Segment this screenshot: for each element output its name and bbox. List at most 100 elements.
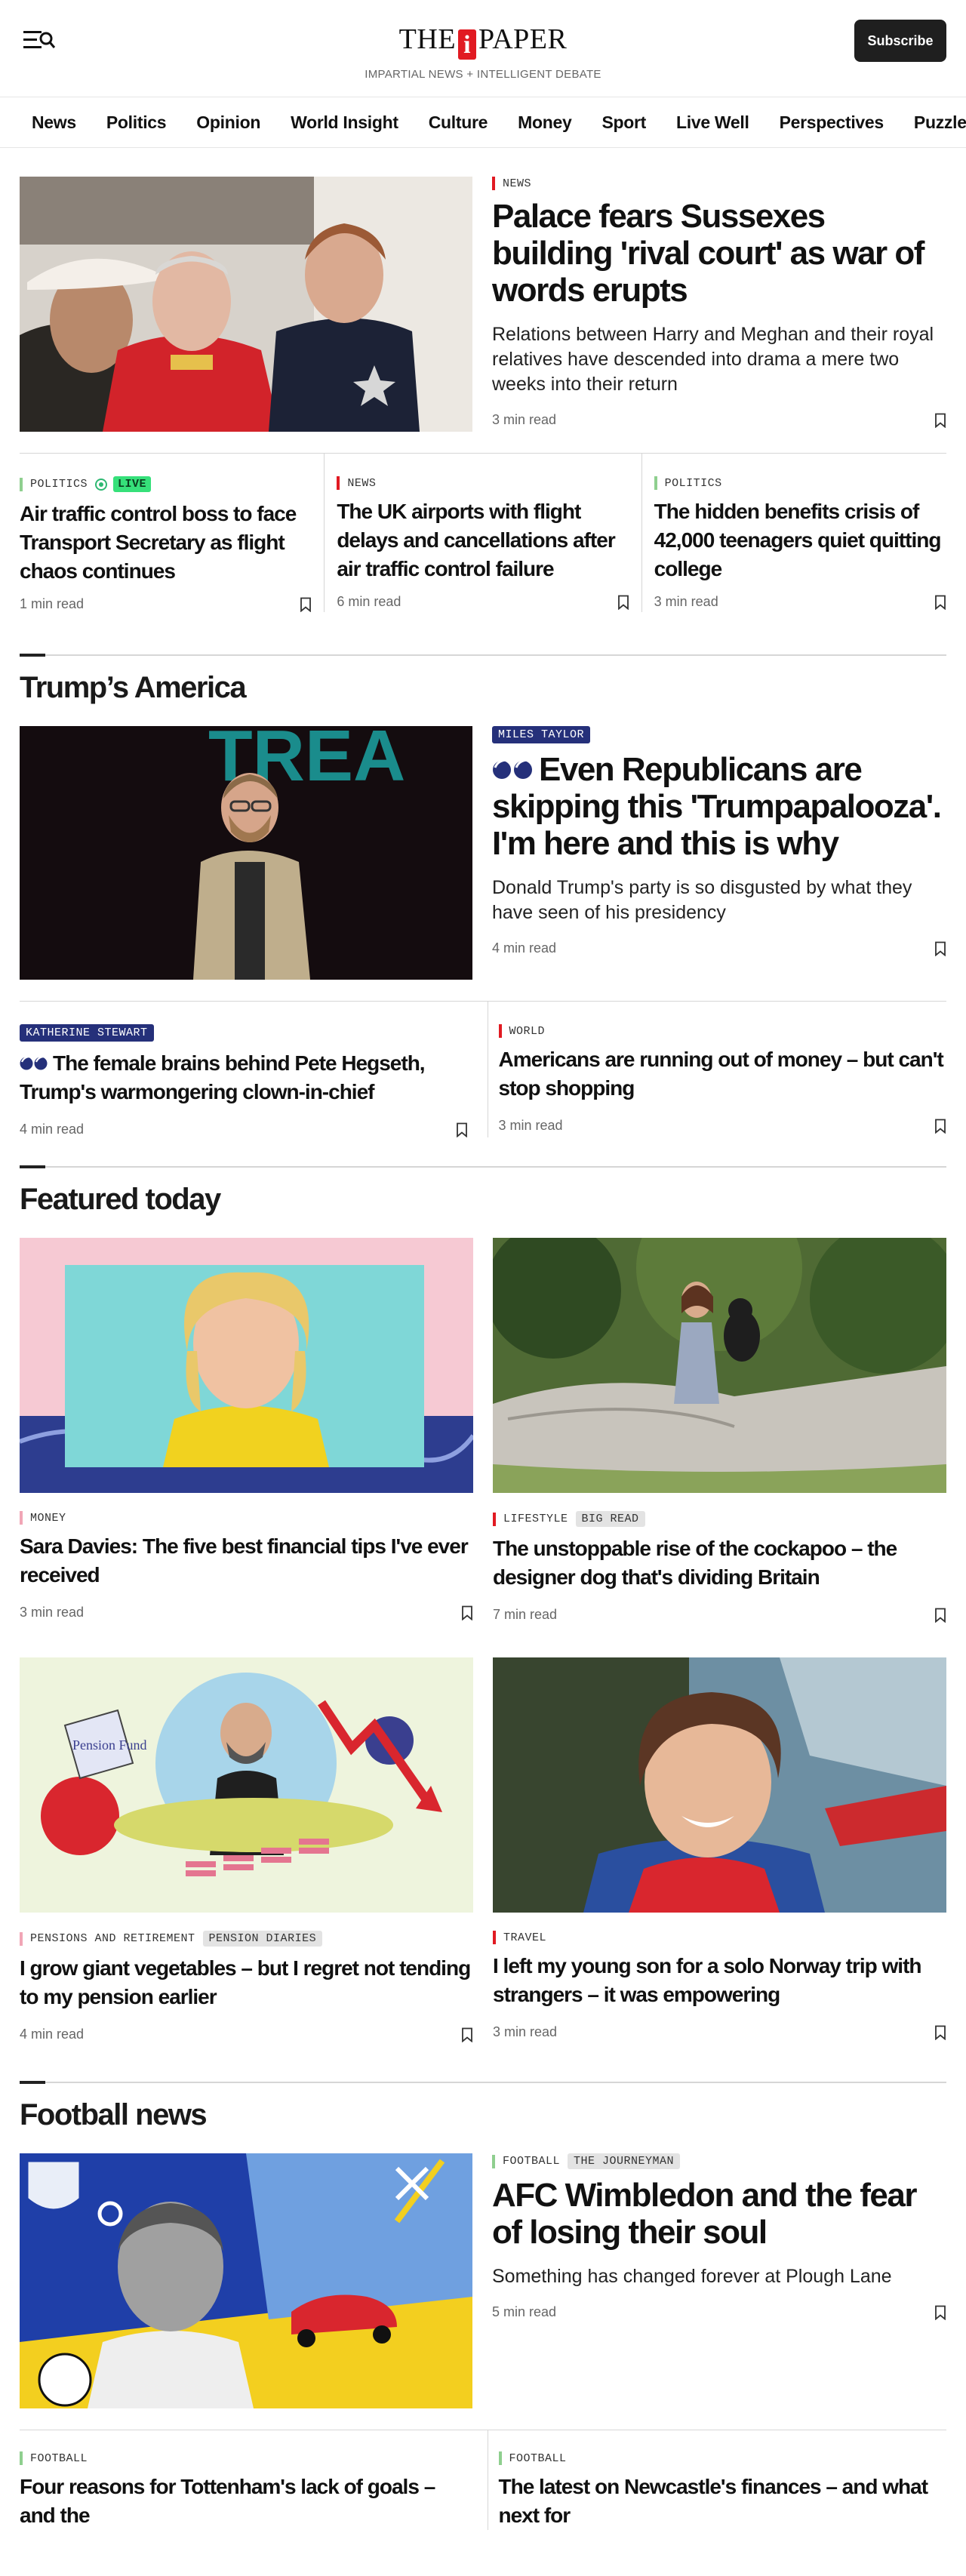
headline-text: The female brains behind Pete Hegseth, T… — [20, 1051, 426, 1103]
nav-news[interactable]: News — [0, 112, 91, 133]
featured-image-portrait[interactable] — [20, 1238, 473, 1493]
section-label[interactable]: PENSIONS AND RETIREMENT — [30, 1932, 195, 1945]
bookmark-icon[interactable] — [934, 941, 946, 956]
featured-row: MONEY Sara Davies: The five best financi… — [20, 1238, 946, 1657]
author-badge[interactable]: KATHERINE STEWART — [20, 1024, 154, 1042]
featured-grid: MONEY Sara Davies: The five best financi… — [20, 1238, 946, 2077]
series-tag[interactable]: BIG READ — [575, 1511, 645, 1527]
bookmark-icon[interactable] — [617, 595, 629, 610]
nav-money[interactable]: Money — [503, 112, 586, 133]
section-marker — [654, 476, 657, 490]
lead-headline[interactable]: Palace fears Sussexes building 'rival co… — [492, 198, 946, 309]
nav-culture[interactable]: Culture — [414, 112, 503, 133]
football-lead-image[interactable] — [20, 2153, 472, 2408]
story-card[interactable]: MONEY Sara Davies: The five best financi… — [20, 1238, 473, 1623]
nav-live-well[interactable]: Live Well — [661, 112, 764, 133]
nav-world-insight[interactable]: World Insight — [275, 112, 414, 133]
trump-lead-headline[interactable]: Even Republicans are skipping this 'Trum… — [492, 751, 946, 862]
lead-kicker: NEWS — [492, 177, 946, 190]
read-time: 3 min read — [492, 412, 557, 427]
story-card[interactable]: WORLD Americans are running out of money… — [487, 1002, 947, 1137]
section-marker — [492, 2154, 495, 2168]
nav-opinion[interactable]: Opinion — [181, 112, 275, 133]
section-label[interactable]: POLITICS — [665, 477, 722, 490]
subscribe-button[interactable]: Subscribe — [854, 20, 946, 62]
story-card[interactable]: FOOTBALL Four reasons for Tottenham's la… — [20, 2430, 468, 2530]
story-card[interactable]: Pension Fund PENSIONS AND RETIREMENT PENS… — [20, 1657, 473, 2042]
series-tag[interactable]: PENSION DIARIES — [202, 1931, 323, 1947]
story-card[interactable]: LIFESTYLE BIG READ The unstoppable rise o… — [493, 1238, 946, 1623]
story-kicker: TRAVEL — [493, 1931, 946, 1944]
story-card[interactable]: FOOTBALL The latest on Newcastle's finan… — [487, 2430, 947, 2530]
story-headline[interactable]: I grow giant vegetables – but I regret n… — [20, 1954, 473, 2011]
story-meta: 3 min read — [654, 594, 946, 610]
story-headline[interactable]: Sara Davies: The five best financial tip… — [20, 1532, 473, 1590]
story-card[interactable]: TRAVEL I left my young son for a solo No… — [493, 1657, 946, 2042]
story-meta: 4 min read — [492, 940, 946, 956]
story-meta: 3 min read — [493, 2024, 946, 2040]
bookmark-icon[interactable] — [934, 1119, 946, 1134]
section-title[interactable]: Trump’s America — [20, 671, 946, 705]
series-tag[interactable]: THE JOURNEYMAN — [568, 2153, 681, 2169]
nav-politics[interactable]: Politics — [91, 112, 181, 133]
section-label[interactable]: TRAVEL — [503, 1931, 546, 1944]
lead-image-royals[interactable] — [20, 177, 472, 432]
section-label[interactable]: FOOTBALL — [30, 2452, 88, 2465]
bookmark-icon[interactable] — [456, 1122, 468, 1137]
section-title[interactable]: Featured today — [20, 1183, 946, 1217]
read-time: 4 min read — [20, 1122, 85, 1137]
bookmark-icon[interactable] — [934, 2025, 946, 2040]
story-headline[interactable]: I left my young son for a solo Norway tr… — [493, 1952, 946, 2009]
nav-sport[interactable]: Sport — [586, 112, 661, 133]
featured-image-cockapoo[interactable] — [493, 1238, 946, 1493]
football-lead-headline[interactable]: AFC Wimbledon and the fear of losing the… — [492, 2177, 946, 2251]
nav-perspectives[interactable]: Perspectives — [764, 112, 899, 133]
story-headline[interactable]: Americans are running out of money – but… — [499, 1045, 947, 1103]
story-card[interactable]: KATHERINE STEWART The female brains behi… — [20, 1002, 468, 1137]
section-label[interactable]: POLITICS — [30, 478, 88, 491]
story-headline[interactable]: Air traffic control boss to face Transpo… — [20, 500, 312, 596]
nav-puzzles[interactable]: Puzzles — [899, 112, 966, 133]
story-meta: 4 min read — [20, 1122, 468, 1137]
section-label[interactable]: MONEY — [30, 1512, 66, 1525]
section-label[interactable]: LIFESTYLE — [503, 1513, 568, 1525]
section-marker — [492, 177, 495, 190]
section-marker — [493, 1512, 496, 1526]
story-headline[interactable]: Four reasons for Tottenham's lack of goa… — [20, 2473, 468, 2530]
site-logo[interactable]: THE i PAPER — [0, 23, 966, 60]
bookmark-icon[interactable] — [934, 1608, 946, 1623]
read-time: 3 min read — [20, 1605, 85, 1620]
story-headline[interactable]: The UK airports with flight delays and c… — [337, 497, 629, 594]
featured-image-pension[interactable]: Pension Fund — [20, 1657, 473, 1913]
bookmark-icon[interactable] — [934, 2305, 946, 2320]
trump-lead-story[interactable]: TREA MILES TAYLOR Even Republicans are s… — [20, 726, 946, 980]
story-card[interactable]: NEWS The UK airports with flight delays … — [324, 454, 641, 612]
bookmark-icon[interactable] — [934, 413, 946, 428]
bookmark-icon[interactable] — [461, 2027, 473, 2042]
featured-image-norway[interactable] — [493, 1657, 946, 1913]
section-label[interactable]: NEWS — [503, 177, 531, 190]
story-headline[interactable]: The female brains behind Pete Hegseth, T… — [20, 1049, 468, 1106]
story-card[interactable]: POLITICS The hidden benefits crisis of 4… — [641, 454, 946, 612]
lead-standfirst: Relations between Harry and Meghan and t… — [492, 324, 934, 395]
opinion-quote-icon — [20, 1055, 48, 1070]
section-label[interactable]: NEWS — [347, 477, 376, 490]
section-label[interactable]: WORLD — [509, 1025, 546, 1038]
story-headline[interactable]: The unstoppable rise of the cockapoo – t… — [493, 1534, 946, 1592]
bookmark-icon[interactable] — [934, 595, 946, 610]
bookmark-icon[interactable] — [300, 597, 312, 612]
section-label[interactable]: FOOTBALL — [509, 2452, 567, 2465]
trump-lead-image[interactable]: TREA — [20, 726, 472, 980]
lead-story[interactable]: NEWS Palace fears Sussexes building 'riv… — [20, 148, 946, 432]
section-title[interactable]: Football news — [20, 2098, 946, 2132]
main-nav: News Politics Opinion World Insight Cult… — [0, 97, 966, 148]
football-lead-story[interactable]: FOOTBALL THE JOURNEYMAN AFC Wimbledon and… — [20, 2153, 946, 2408]
logo-paper: PAPER — [478, 23, 568, 55]
story-headline[interactable]: The hidden benefits crisis of 42,000 tee… — [654, 497, 946, 594]
story-card[interactable]: POLITICS LIVE Air traffic control boss t… — [20, 454, 324, 612]
story-headline[interactable]: The latest on Newcastle's finances – and… — [499, 2473, 947, 2530]
football-lead-text: FOOTBALL THE JOURNEYMAN AFC Wimbledon and… — [492, 2153, 946, 2408]
author-badge[interactable]: MILES TAYLOR — [492, 726, 591, 743]
bookmark-icon[interactable] — [461, 1605, 473, 1620]
section-label[interactable]: FOOTBALL — [503, 2155, 560, 2168]
